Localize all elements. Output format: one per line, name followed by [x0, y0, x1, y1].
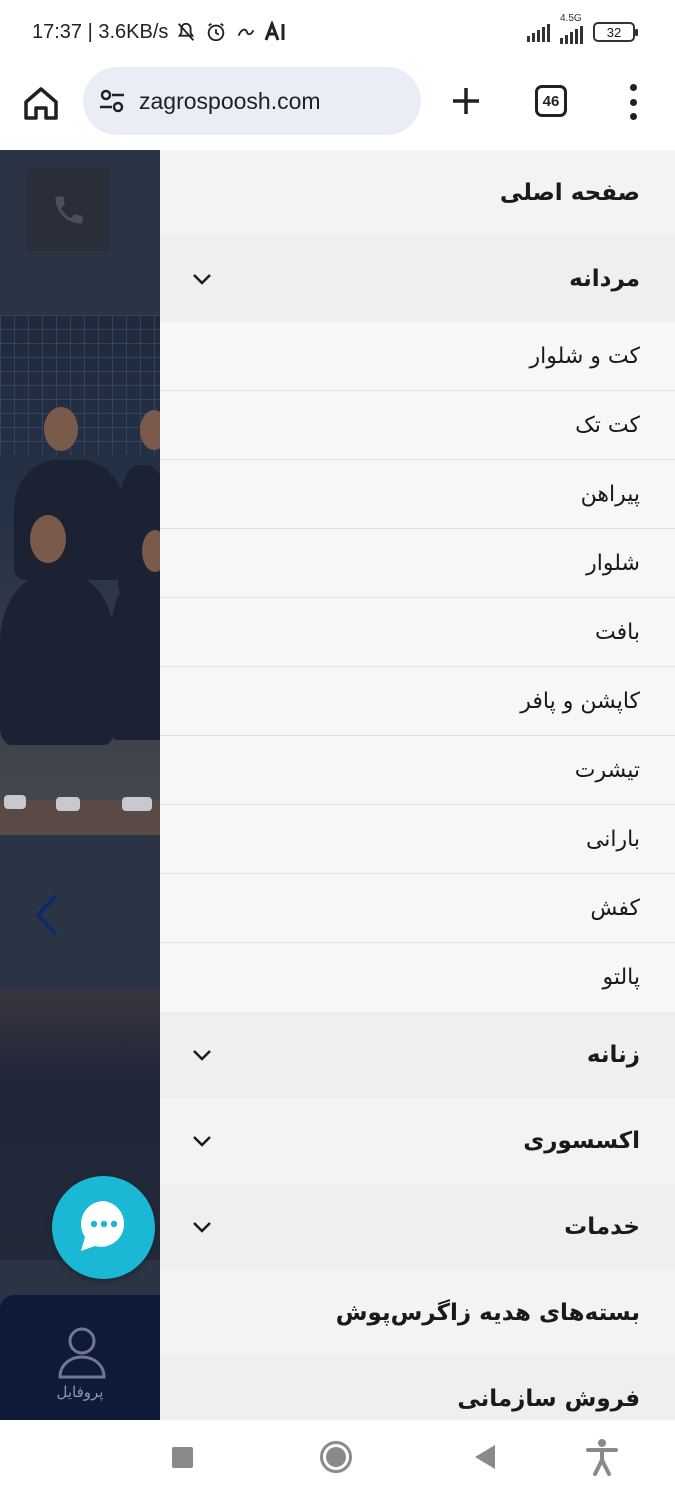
menu-item-gift-packages[interactable]: بسته‌های هدیه زاگرس‌پوش [160, 1270, 675, 1356]
network-label: 4.5G [560, 13, 582, 24]
menu-item-label: بسته‌های هدیه زاگرس‌پوش [335, 1300, 640, 1326]
back-icon[interactable] [475, 1445, 495, 1469]
submenu-item-trousers[interactable]: شلوار [160, 529, 675, 598]
menu-item-home[interactable]: صفحه اصلی [160, 150, 675, 236]
status-right: 4.5G 32 [527, 13, 638, 44]
home-icon[interactable] [20, 82, 62, 124]
submenu-item-label: کت و شلوار [529, 343, 640, 369]
submenu-item-blazer[interactable]: کت تک [160, 391, 675, 460]
chevron-down-icon[interactable] [190, 1215, 214, 1239]
more-vert-icon[interactable] [622, 84, 644, 120]
system-nav-bar [0, 1420, 675, 1500]
chat-button[interactable] [52, 1176, 155, 1279]
profile-label: پروفایل [56, 1383, 104, 1401]
battery-level: 32 [606, 24, 622, 40]
chevron-left-icon[interactable] [30, 892, 64, 938]
submenu-item-label: پیراهن [580, 481, 640, 507]
submenu-item-shoes[interactable]: کفش [160, 874, 675, 943]
tab-count: 46 [542, 92, 560, 110]
menu-item-services[interactable]: خدمات [160, 1184, 675, 1270]
menu-item-corporate-sales[interactable]: فروش سازمانی [160, 1356, 675, 1420]
profile-card[interactable]: پروفایل [0, 1295, 160, 1420]
submenu-item-label: شلوار [586, 550, 640, 576]
recents-icon[interactable] [172, 1447, 193, 1468]
submenu-item-jacket[interactable]: کاپشن و پافر [160, 667, 675, 736]
submenu-item-raincoat[interactable]: بارانی [160, 805, 675, 874]
signal-4.5g-icon: 4.5G [560, 13, 583, 44]
chevron-down-icon[interactable] [190, 1129, 214, 1153]
cast-icon [234, 20, 258, 44]
signal-icon [527, 22, 550, 42]
menu-item-accessory[interactable]: اکسسوری [160, 1098, 675, 1184]
ai-icon [264, 20, 288, 44]
chevron-down-icon[interactable] [190, 1043, 214, 1067]
menu-item-label: صفحه اصلی [499, 180, 640, 206]
hero-image [0, 315, 160, 835]
submenu-item-label: کفش [590, 895, 640, 921]
submenu-item-label: بارانی [585, 826, 640, 852]
time-speed: 17:37 | 3.6KB/s [32, 20, 169, 43]
user-icon [56, 1325, 108, 1381]
chevron-down-icon[interactable] [190, 267, 214, 291]
home-circle-icon[interactable] [320, 1441, 352, 1473]
menu-item-men[interactable]: مردانه [160, 236, 675, 322]
phone-icon[interactable] [27, 169, 110, 251]
accessibility-icon[interactable] [585, 1438, 619, 1476]
menu-item-label: خدمات [564, 1214, 640, 1240]
alarm-icon [204, 20, 228, 44]
tabs-icon[interactable]: 46 [535, 85, 567, 117]
url-bar[interactable]: zagrospoosh.com [83, 67, 421, 135]
menu-item-label: اکسسوری [523, 1128, 640, 1154]
submenu-item-suit[interactable]: کت و شلوار [160, 322, 675, 391]
chat-icon [77, 1197, 131, 1259]
browser-toolbar: zagrospoosh.com 46 [0, 66, 675, 150]
url-text[interactable]: zagrospoosh.com [139, 88, 321, 115]
submenu-item-knitwear[interactable]: بافت [160, 598, 675, 667]
submenu-item-label: کت تک [575, 412, 640, 438]
battery-icon: 32 [593, 22, 638, 42]
status-left: 17:37 | 3.6KB/s [32, 20, 288, 44]
submenu-item-label: تیشرت [574, 757, 640, 783]
submenu-item-label: پالتو [602, 965, 640, 990]
menu-item-label: مردانه [569, 266, 640, 292]
site-settings-icon[interactable] [97, 86, 127, 116]
menu-item-label: زنانه [586, 1042, 640, 1068]
menu-item-label: فروش سازمانی [457, 1386, 640, 1412]
side-menu: صفحه اصلی مردانه کت و شلوار کت تک پیراهن… [160, 150, 675, 1420]
bell-off-icon [174, 20, 198, 44]
submenu-item-shirt[interactable]: پیراهن [160, 460, 675, 529]
menu-item-women[interactable]: زنانه [160, 1012, 675, 1098]
submenu-item-coat[interactable]: پالتو [160, 943, 675, 1012]
submenu-item-label: کاپشن و پافر [520, 688, 640, 714]
submenu-item-tshirt[interactable]: تیشرت [160, 736, 675, 805]
status-bar: 17:37 | 3.6KB/s 4.5G 32 [0, 0, 675, 66]
submenu-item-label: بافت [595, 619, 640, 645]
plus-icon[interactable] [447, 82, 485, 120]
